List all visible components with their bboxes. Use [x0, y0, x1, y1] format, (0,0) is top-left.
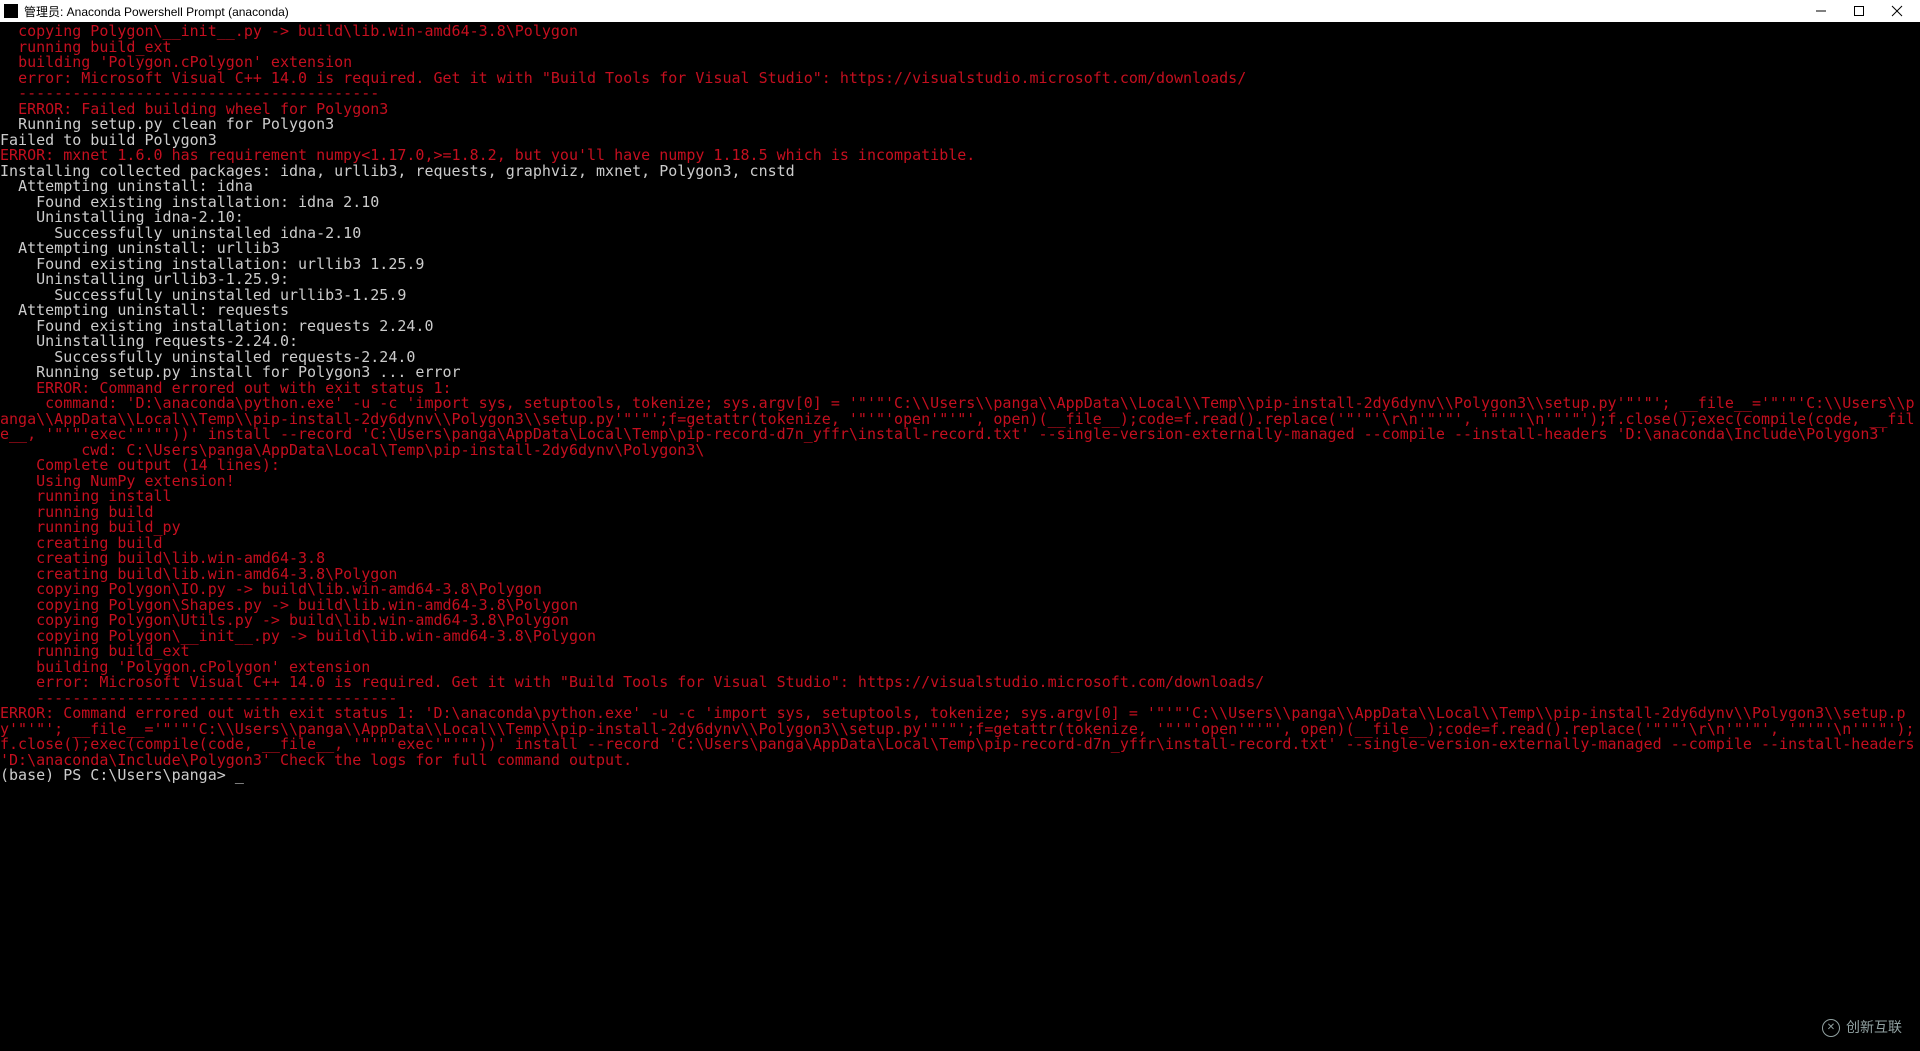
maximize-button[interactable] — [1840, 0, 1878, 22]
watermark: ✕ 创新互联 — [1822, 1019, 1902, 1037]
cursor: _ — [235, 766, 244, 784]
close-icon — [1891, 5, 1903, 17]
window-title: 管理员: Anaconda Powershell Prompt (anacond… — [24, 3, 289, 20]
minimize-button[interactable] — [1802, 0, 1840, 22]
close-button[interactable] — [1878, 0, 1916, 22]
app-icon — [4, 4, 18, 18]
watermark-text: 创新互联 — [1846, 1020, 1902, 1036]
watermark-icon: ✕ — [1822, 1019, 1840, 1037]
terminal-line: command: 'D:\anaconda\python.exe' -u -c … — [0, 394, 1915, 443]
terminal-output: copying Polygon\__init__.py -> build\lib… — [0, 24, 1920, 768]
terminal-line: ERROR: Command errored out with exit sta… — [0, 704, 1920, 769]
minimize-icon — [1815, 5, 1827, 17]
powershell-window: 管理员: Anaconda Powershell Prompt (anacond… — [0, 0, 1920, 1051]
prompt-text: (base) PS C:\Users\panga> — [0, 766, 235, 784]
terminal-prompt-line: (base) PS C:\Users\panga> _ — [0, 768, 1920, 784]
terminal-viewport[interactable]: copying Polygon\__init__.py -> build\lib… — [0, 22, 1920, 1051]
window-titlebar[interactable]: 管理员: Anaconda Powershell Prompt (anacond… — [0, 0, 1920, 22]
maximize-icon — [1853, 5, 1865, 17]
